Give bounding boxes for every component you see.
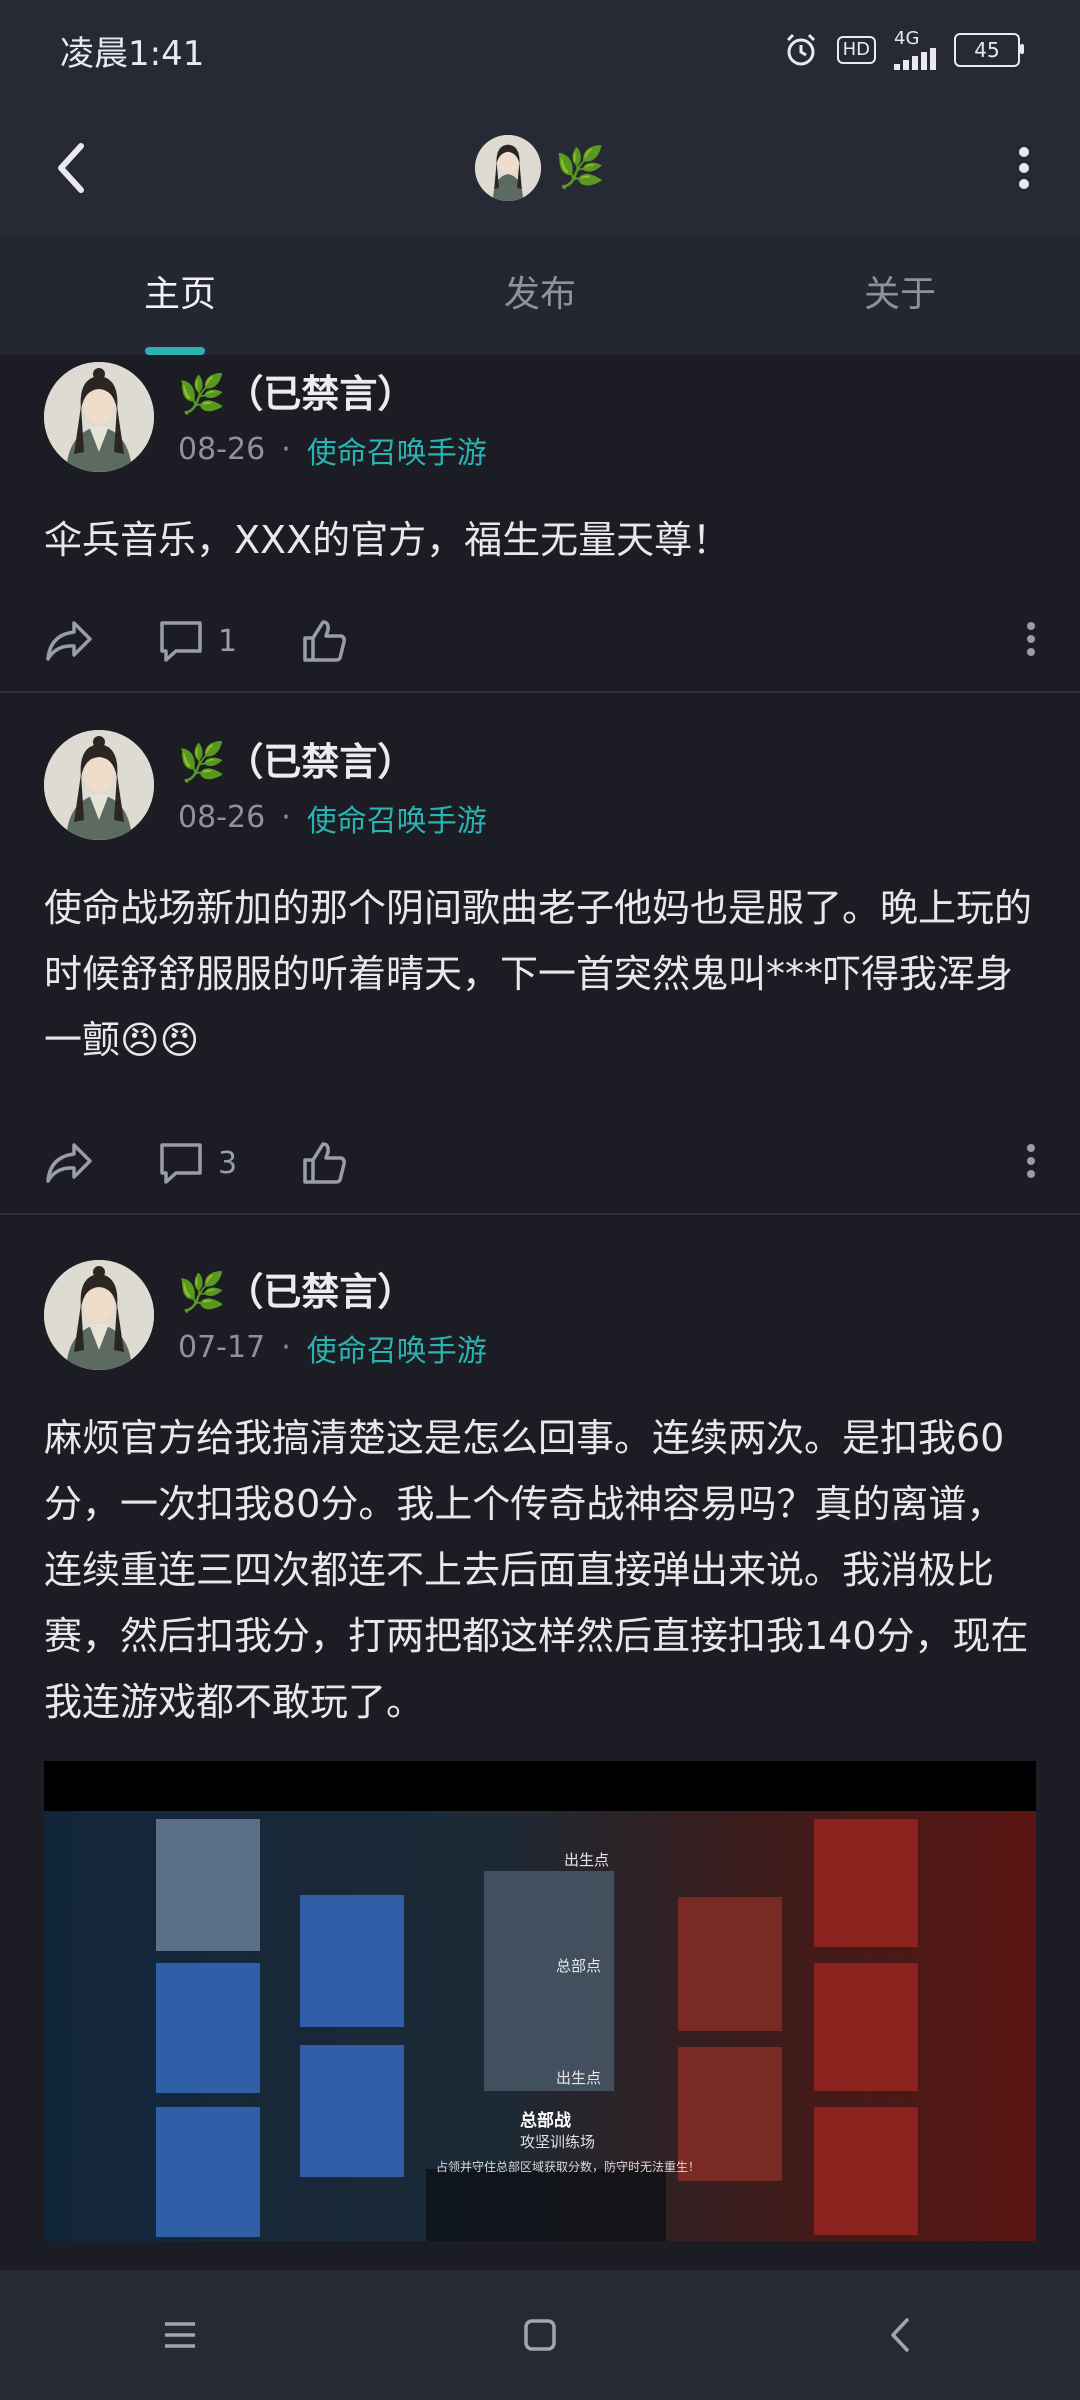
spawn-point-label: 出生点 [564,1851,609,1869]
chevron-left-icon [58,143,84,193]
menu-icon [165,2322,195,2348]
post-meta: 08-26 · 使命召唤手游 [178,428,487,472]
battery-icon: 45 [954,33,1024,67]
author-name[interactable]: 🌿（已禁言） [178,731,487,786]
tab-bar: 主页 发布 关于 [0,235,1080,355]
network-type: 4G [894,28,920,49]
home-button[interactable] [500,2295,580,2375]
post-image[interactable]: 出生点 总部点 出生点 总部战 攻坚训练场 占领并守住总部区域获取分数，防守时无… [44,1761,1036,2241]
comment-icon [160,1143,202,1184]
status-icons: HD 4G 45 [783,30,1024,70]
signal-icon [894,48,936,70]
system-nav-bar [0,2270,1080,2400]
post-item[interactable]: 🌿（已禁言） 07-17 · 使命召唤手游 麻烦官方给我搞清楚这是怎么回事。连续… [0,1215,1080,2241]
comment-button[interactable]: 3 [158,1141,237,1185]
top-app-bar: 🌿 [0,100,1080,235]
more-vertical-icon [1027,1144,1035,1178]
game-link[interactable]: 使命召唤手游 [307,1326,487,1370]
comment-count: 1 [218,623,238,659]
network-indicator: 4G [894,30,936,70]
post-meta: 08-26 · 使命召唤手游 [178,796,487,840]
post-text: 伞兵音乐，XXX的官方，福生无量天尊！ [44,518,731,562]
mode-title: 总部战 [520,2110,571,2131]
more-vertical-icon [1019,147,1029,189]
post-meta: 07-17 · 使命召唤手游 [178,1326,487,1370]
more-options-button[interactable] [994,128,1054,208]
author-name[interactable]: 🌿（已禁言） [178,1261,487,1316]
share-button[interactable] [44,619,94,663]
tab-home[interactable]: 主页 [30,235,330,355]
tab-about[interactable]: 关于 [750,235,1050,355]
author-name[interactable]: 🌿（已禁言） [178,363,487,418]
recent-apps-button[interactable] [140,2295,220,2375]
meta-separator: · [281,800,291,835]
mode-description: 占领并守住总部区域获取分数，防守时无法重生！ [436,2159,700,2174]
post-header: 🌿（已禁言） 07-17 · 使命召唤手游 [44,1243,1036,1375]
square-icon [524,2319,556,2351]
tab-label: 主页 [143,274,216,315]
tab-label: 关于 [863,274,936,315]
chevron-left-icon [891,2318,909,2352]
post-date: 08-26 [178,800,266,835]
post-text: 使命战场新加的那个阴间歌曲老子他妈也是服了。晚上玩的时候舒舒服服的听着晴天，下一… [44,886,1033,1062]
share-icon [46,621,92,661]
post-text: 麻烦官方给我搞清楚这是怎么回事。连续两次。是扣我60分，一次扣我80分。我上个传… [44,1416,1029,1724]
post-date: 07-17 [178,1330,266,1365]
spawn-point-label: 出生点 [556,2069,601,2087]
profile-header[interactable]: 🌿 [475,134,605,201]
back-button[interactable] [40,128,100,208]
game-link[interactable]: 使命召唤手游 [307,428,487,472]
alarm-icon [786,33,815,66]
hq-point-label: 总部点 [556,1957,601,1975]
like-button[interactable] [301,1140,347,1186]
avatar[interactable] [44,730,154,840]
post-actions: 3 [44,1113,1036,1213]
avatar[interactable] [44,362,154,472]
thumbs-up-icon [303,1142,347,1184]
mode-map: 攻坚训练场 [520,2133,595,2151]
post-more-button[interactable] [1026,1143,1036,1183]
game-link[interactable]: 使命召唤手游 [307,796,487,840]
post-header: 🌿（已禁言） 08-26 · 使命召唤手游 [44,713,1036,845]
post-item[interactable]: 🌿（已禁言） 08-26 · 使命召唤手游 伞兵音乐，XXX的官方，福生无量天尊… [0,355,1080,693]
thumbs-up-icon [303,620,347,662]
avatar[interactable] [475,134,542,201]
post-more-button[interactable] [1026,621,1036,661]
comment-count: 3 [218,1145,238,1181]
meta-separator: · [281,1330,291,1365]
leaf-badge-icon: 🌿 [555,145,605,191]
system-back-button[interactable] [860,2295,940,2375]
battery-level: 45 [974,38,1000,62]
post-actions: 1 [44,591,1036,691]
like-button[interactable] [301,618,347,664]
share-button[interactable] [44,1141,94,1185]
status-time: 凌晨1:41 [60,33,205,74]
post-header: 🌿（已禁言） 08-26 · 使命召唤手游 [44,355,1036,477]
post-item[interactable]: 🌿（已禁言） 08-26 · 使命召唤手游 使命战场新加的那个阴间歌曲老子他妈也… [0,693,1080,1215]
tab-indicator [145,347,205,355]
avatar[interactable] [44,1260,154,1370]
status-bar: 凌晨1:41 HD 4G 45 [0,0,1080,100]
share-icon [46,1143,92,1183]
comment-icon [160,621,202,662]
more-vertical-icon [1027,622,1035,656]
meta-separator: · [281,432,291,467]
tab-posts[interactable]: 发布 [390,235,690,355]
comment-button[interactable]: 1 [158,619,237,663]
post-date: 08-26 [178,432,266,467]
tab-label: 发布 [503,274,576,315]
post-feed[interactable]: 🌿（已禁言） 08-26 · 使命召唤手游 伞兵音乐，XXX的官方，福生无量天尊… [0,355,1080,2270]
hd-badge: HD [836,36,876,64]
game-screenshot: 出生点 总部点 出生点 总部战 攻坚训练场 占领并守住总部区域获取分数，防守时无… [44,1761,1036,2241]
